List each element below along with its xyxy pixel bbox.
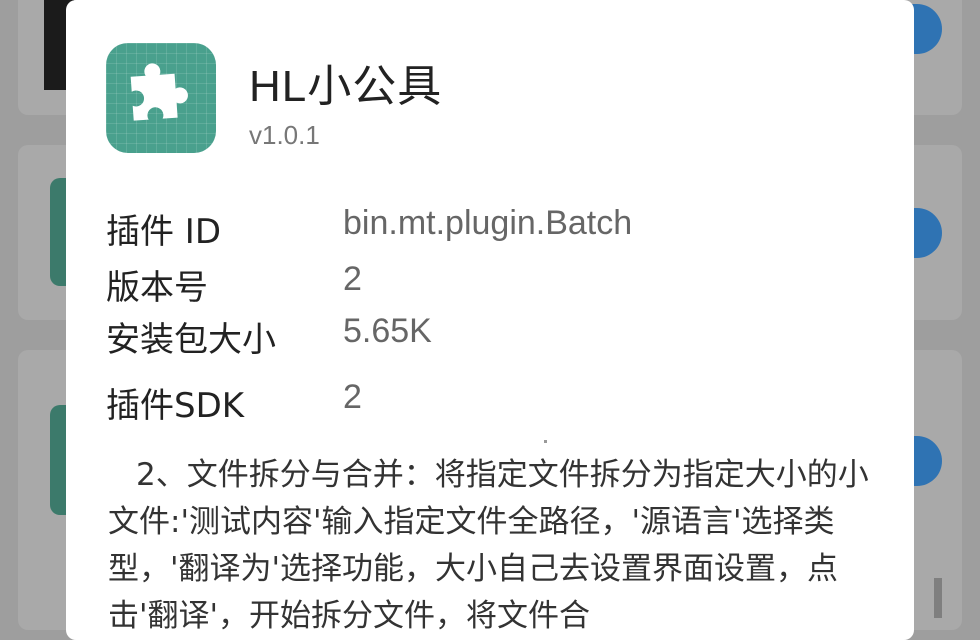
info-value: bin.mt.plugin.Batch	[343, 204, 633, 242]
plugin-info-dialog: HL小公具 v1.0.1 插件 ID bin.mt.plugin.Batch 版…	[66, 0, 942, 640]
scrollbar[interactable]	[934, 578, 942, 618]
info-label: 插件 ID	[106, 212, 222, 252]
info-value: 2	[343, 378, 362, 416]
info-value: 2	[343, 260, 362, 298]
info-value: 5.65K	[343, 312, 432, 350]
plugin-version: v1.0.1	[249, 120, 320, 150]
info-label: 安装包大小	[106, 320, 276, 360]
puzzle-piece-icon	[106, 43, 216, 153]
info-label: 版本号	[106, 268, 208, 308]
divider-dot	[544, 440, 547, 443]
info-label: 插件SDK	[106, 386, 245, 426]
plugin-name: HL小公具	[249, 62, 443, 111]
